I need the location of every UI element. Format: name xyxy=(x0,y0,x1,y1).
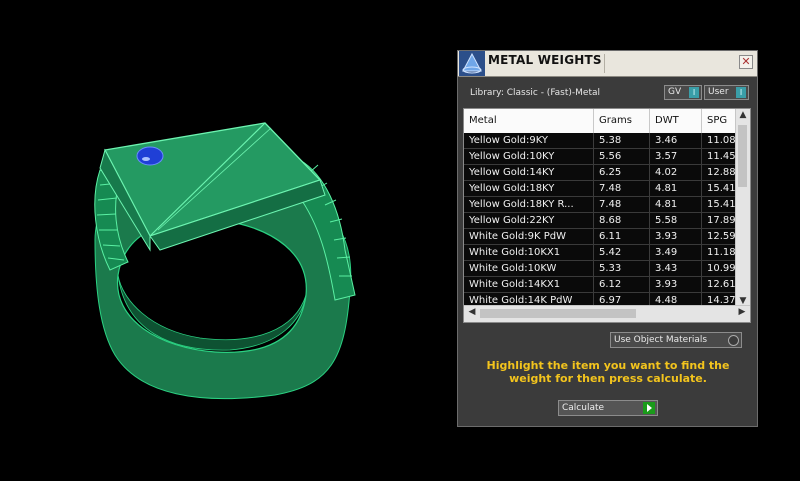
table-row[interactable]: Yellow Gold:14KY 6.25 4.02 12.88 xyxy=(464,165,736,181)
table-row[interactable]: White Gold:10KW 5.33 3.43 10.99 xyxy=(464,261,736,277)
scroll-left-icon[interactable]: ◀ xyxy=(465,307,479,317)
app-logo-icon xyxy=(459,51,485,76)
gv-toggle[interactable]: GV I xyxy=(664,85,702,100)
title-divider xyxy=(604,54,605,73)
cell-spg: 15.41 xyxy=(702,197,736,212)
gv-toggle-label: GV xyxy=(668,87,682,97)
cell-spg: 11.08 xyxy=(702,133,736,148)
cell-spg: 12.61 xyxy=(702,277,736,292)
table-row[interactable]: Yellow Gold:18KY 7.48 4.81 15.41 xyxy=(464,181,736,197)
cell-spg: 11.18 xyxy=(702,245,736,260)
panel-titlebar[interactable]: METAL WEIGHTS ✕ xyxy=(458,51,757,77)
use-object-materials-label: Use Object Materials xyxy=(614,335,708,345)
metal-weights-panel: METAL WEIGHTS ✕ Library: Classic - (Fast… xyxy=(457,50,758,427)
table-rows: Yellow Gold:9KY 5.38 3.46 11.08 Yellow Gold:… xyxy=(464,133,736,305)
cell-dwt: 3.43 xyxy=(650,261,702,276)
cell-spg: 10.99 xyxy=(702,261,736,276)
vertical-scroll-thumb[interactable] xyxy=(738,125,747,187)
cell-dwt: 3.93 xyxy=(650,277,702,292)
cell-metal: Yellow Gold:9KY xyxy=(464,133,594,148)
use-object-materials-toggle[interactable]: Use Object Materials xyxy=(610,332,742,348)
table-row[interactable]: White Gold:14KX1 6.12 3.93 12.61 xyxy=(464,277,736,293)
cell-metal: White Gold:9K PdW xyxy=(464,229,594,244)
cell-grams: 6.12 xyxy=(594,277,650,292)
close-button[interactable]: ✕ xyxy=(739,55,753,69)
cell-grams: 8.68 xyxy=(594,213,650,228)
metal-table[interactable]: Metal Grams DWT SPG Yellow Gold:9KY 5.38 3… xyxy=(463,108,751,323)
cell-spg: 11.45 xyxy=(702,149,736,164)
user-indicator-icon: I xyxy=(736,87,746,98)
cell-dwt: 3.46 xyxy=(650,133,702,148)
user-toggle[interactable]: User I xyxy=(704,85,749,100)
cell-dwt: 4.02 xyxy=(650,165,702,180)
scroll-right-icon[interactable]: ▶ xyxy=(735,307,749,317)
instruction-text: Highlight the item you want to find the … xyxy=(486,359,730,385)
cell-grams: 6.11 xyxy=(594,229,650,244)
close-icon: ✕ xyxy=(741,55,751,68)
cell-dwt: 4.81 xyxy=(650,197,702,212)
user-toggle-label: User xyxy=(708,87,729,97)
cell-spg: 12.88 xyxy=(702,165,736,180)
table-row[interactable]: Yellow Gold:9KY 5.38 3.46 11.08 xyxy=(464,133,736,149)
3d-viewport[interactable] xyxy=(0,0,455,477)
cell-dwt: 4.81 xyxy=(650,181,702,196)
cell-dwt: 3.49 xyxy=(650,245,702,260)
cell-dwt: 5.58 xyxy=(650,213,702,228)
header-metal[interactable]: Metal xyxy=(464,109,594,133)
table-row[interactable]: White Gold:10KX1 5.42 3.49 11.18 xyxy=(464,245,736,261)
cell-dwt: 4.48 xyxy=(650,293,702,305)
gv-indicator-icon: I xyxy=(689,87,699,98)
cell-grams: 7.48 xyxy=(594,181,650,196)
cell-metal: Yellow Gold:18KY xyxy=(464,181,594,196)
horizontal-scrollbar[interactable]: ◀ ▶ xyxy=(464,305,750,322)
cell-metal: White Gold:10KW xyxy=(464,261,594,276)
vertical-scrollbar[interactable]: ▲ ▼ xyxy=(735,109,750,307)
cell-metal: White Gold:10KX1 xyxy=(464,245,594,260)
cell-grams: 5.56 xyxy=(594,149,650,164)
cell-spg: 15.41 xyxy=(702,181,736,196)
header-dwt[interactable]: DWT xyxy=(650,109,702,133)
cell-grams: 7.48 xyxy=(594,197,650,212)
table-row[interactable]: Yellow Gold:10KY 5.56 3.57 11.45 xyxy=(464,149,736,165)
header-grams[interactable]: Grams xyxy=(594,109,650,133)
gemstone xyxy=(136,146,164,166)
cell-dwt: 3.93 xyxy=(650,229,702,244)
table-row[interactable]: Yellow Gold:18KY R... 7.48 4.81 15.41 xyxy=(464,197,736,213)
cell-spg: 12.59 xyxy=(702,229,736,244)
table-row[interactable]: Yellow Gold:22KY 8.68 5.58 17.89 xyxy=(464,213,736,229)
calculate-button[interactable]: Calculate xyxy=(558,400,658,416)
cell-grams: 6.25 xyxy=(594,165,650,180)
scroll-up-icon[interactable]: ▲ xyxy=(736,110,750,120)
cell-metal: Yellow Gold:10KY xyxy=(464,149,594,164)
horizontal-scroll-thumb[interactable] xyxy=(480,309,636,318)
cell-metal: Yellow Gold:18KY R... xyxy=(464,197,594,212)
calculate-label: Calculate xyxy=(562,403,605,413)
table-row[interactable]: White Gold:14K PdW 6.97 4.48 14.37 xyxy=(464,293,736,305)
table-header: Metal Grams DWT SPG xyxy=(464,109,736,134)
table-row[interactable]: White Gold:9K PdW 6.11 3.93 12.59 xyxy=(464,229,736,245)
cell-metal: White Gold:14K PdW xyxy=(464,293,594,305)
cell-grams: 5.38 xyxy=(594,133,650,148)
radio-icon[interactable] xyxy=(728,335,739,346)
cell-grams: 5.42 xyxy=(594,245,650,260)
cell-grams: 5.33 xyxy=(594,261,650,276)
cell-metal: White Gold:14KX1 xyxy=(464,277,594,292)
cell-spg: 14.37 xyxy=(702,293,736,305)
cell-spg: 17.89 xyxy=(702,213,736,228)
play-icon xyxy=(643,402,655,414)
library-label: Library: Classic - (Fast)-Metal xyxy=(470,88,601,98)
cell-metal: Yellow Gold:14KY xyxy=(464,165,594,180)
panel-title: METAL WEIGHTS xyxy=(488,53,602,67)
ring-model xyxy=(94,122,356,400)
cell-dwt: 3.57 xyxy=(650,149,702,164)
cell-grams: 6.97 xyxy=(594,293,650,305)
cell-metal: Yellow Gold:22KY xyxy=(464,213,594,228)
